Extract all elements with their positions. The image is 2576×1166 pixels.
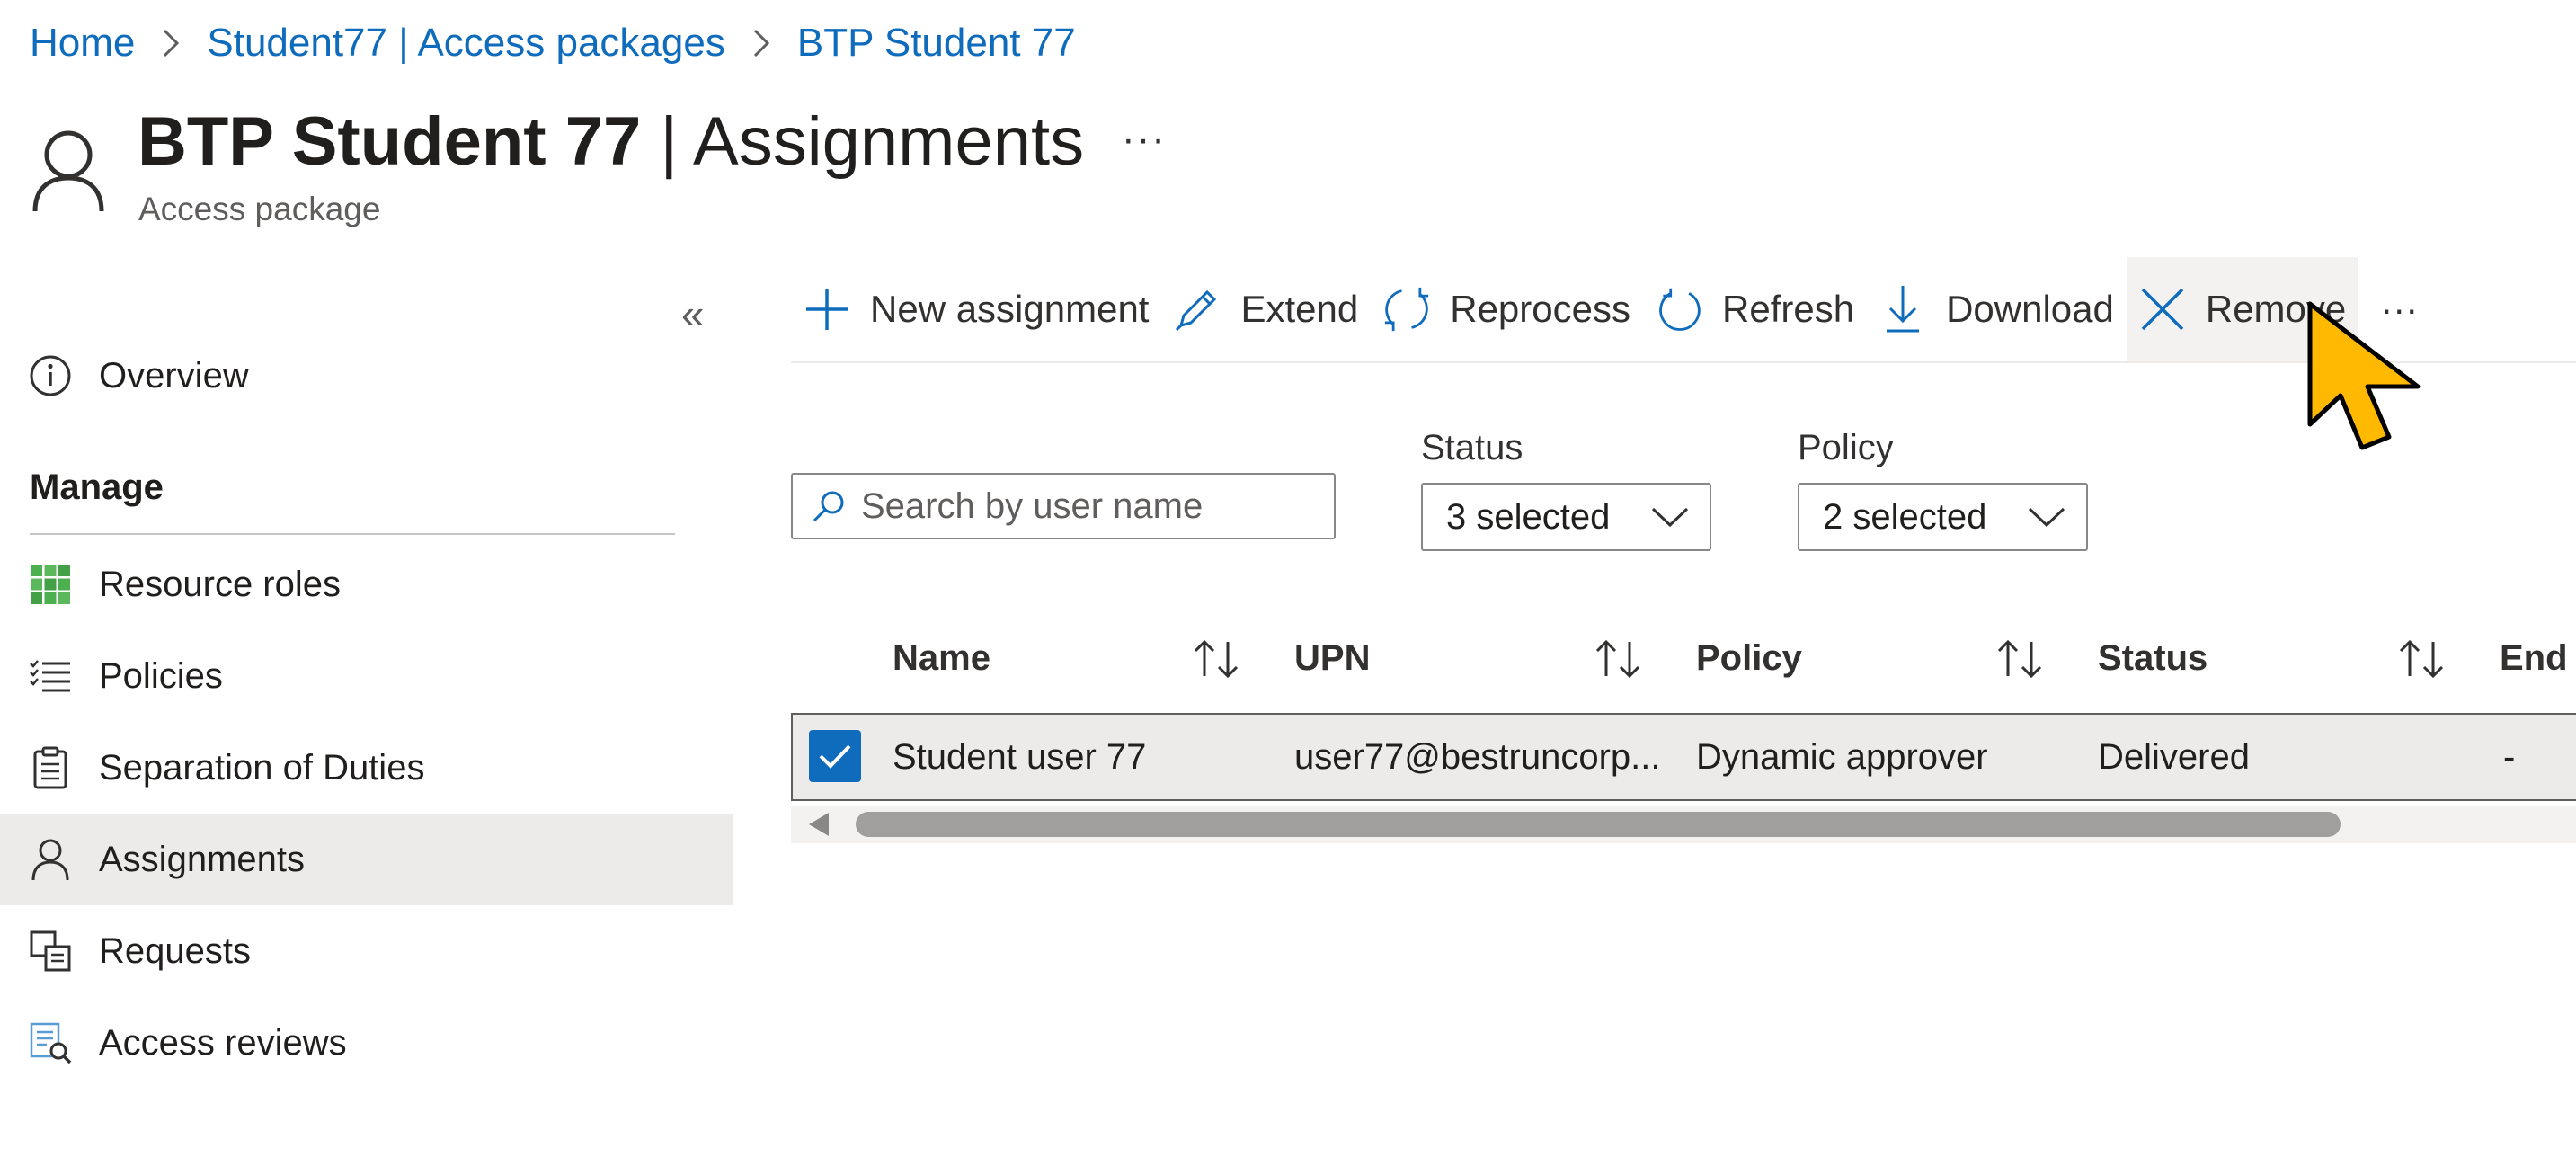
sidebar-item-label: Overview [99,355,249,396]
page-title-bold: BTP Student 77 [138,103,642,180]
column-header-policy[interactable]: Policy [1696,638,1802,679]
close-icon [2139,284,2186,334]
policy-filter-dropdown[interactable]: 2 selected [1798,483,2088,551]
sort-icon[interactable] [1994,636,2047,681]
person-icon [27,836,74,883]
sidebar-item-separation-of-duties[interactable]: Separation of Duties [0,722,733,814]
sidebar-item-policies[interactable]: Policies [0,630,733,722]
policy-filter-value: 2 selected [1823,496,1987,537]
new-assignment-label: New assignment [870,288,1150,330]
sidebar-item-resource-roles[interactable]: Resource roles [0,538,733,630]
breadcrumb-home-link[interactable]: Home [30,21,135,66]
reprocess-icon [1383,284,1430,334]
extend-label: Extend [1240,288,1359,330]
command-bar: New assignment Extend Reprocess Refresh [791,257,2430,361]
row-checkbox[interactable] [809,730,861,782]
page-subtitle: Access package [138,191,381,227]
clipboard-icon [27,744,74,791]
sort-icon[interactable] [2395,636,2449,681]
plus-icon [804,284,850,334]
breadcrumb: Home Student77 | Access packages BTP Stu… [30,20,1076,67]
grid-icon [27,561,74,608]
refresh-icon [1656,284,1702,334]
refresh-label: Refresh [1722,288,1855,330]
checklist-icon [27,653,74,699]
extend-button[interactable]: Extend [1161,257,1371,361]
download-icon [1879,284,1926,334]
breadcrumb-package-link[interactable]: BTP Student 77 [797,21,1076,66]
chevron-right-icon [745,20,777,67]
info-icon [27,352,74,399]
column-header-name[interactable]: Name [893,638,990,679]
column-header-upn[interactable]: UPN [1294,638,1370,679]
status-filter-label: Status [1421,428,1523,467]
search-input[interactable] [859,485,1312,528]
new-assignment-button[interactable]: New assignment [791,257,1161,361]
sidebar-item-access-reviews[interactable]: Access reviews [0,997,733,1089]
cell-policy-link[interactable]: Dynamic approver [1696,737,1988,778]
sort-icon[interactable] [1190,636,1244,681]
cell-name: Student user 77 [893,737,1147,777]
cell-end: - [2503,737,2516,777]
requests-icon [27,928,74,975]
mouse-cursor-icon [2303,298,2430,457]
policy-filter-label: Policy [1798,428,1894,467]
page-title: BTP Student 77 | Assignments [138,101,1084,183]
sidebar-item-label: Resource roles [99,564,342,604]
breadcrumb-access-packages-link[interactable]: Student77 | Access packages [207,21,724,66]
checkmark-icon [819,744,851,769]
access-review-icon [27,1019,74,1066]
refresh-button[interactable]: Refresh [1643,257,1867,361]
scroll-left-arrow-icon[interactable] [809,813,829,836]
sidebar-item-label: Assignments [99,839,305,879]
cell-status: Delivered [2098,737,2250,777]
sidebar-section-manage: Manage [30,467,164,507]
reprocess-button[interactable]: Reprocess [1371,257,1643,361]
download-button[interactable]: Download [1867,257,2127,361]
chevron-down-icon [2027,505,2066,529]
chevron-down-icon [1650,505,1690,529]
scrollbar-thumb[interactable] [856,812,2341,837]
chevron-right-icon [155,20,187,67]
search-box[interactable] [791,473,1336,539]
pencil-icon [1174,284,1221,334]
more-options-icon[interactable]: ··· [1122,117,1167,162]
column-header-end[interactable]: End [2500,638,2568,679]
sidebar-item-label: Access reviews [99,1022,347,1063]
sidebar-item-label: Policies [99,655,223,696]
download-label: Download [1946,288,2114,330]
sidebar-item-label: Separation of Duties [99,747,425,788]
cell-upn: user77@bestruncorp... [1294,737,1661,777]
divider [30,533,675,535]
sort-icon[interactable] [1592,636,1646,681]
sidebar-item-overview[interactable]: Overview [0,330,733,422]
page-title-rest: | Assignments [641,103,1085,180]
sidebar-item-requests[interactable]: Requests [0,905,733,997]
sidebar-item-assignments[interactable]: Assignments [0,814,733,905]
person-icon [31,128,106,214]
status-filter-dropdown[interactable]: 3 selected [1421,483,1711,551]
sidebar-item-label: Requests [99,930,251,971]
search-icon [811,488,847,524]
reprocess-label: Reprocess [1450,288,1630,330]
column-header-status[interactable]: Status [2098,638,2207,679]
status-filter-value: 3 selected [1446,496,1611,537]
